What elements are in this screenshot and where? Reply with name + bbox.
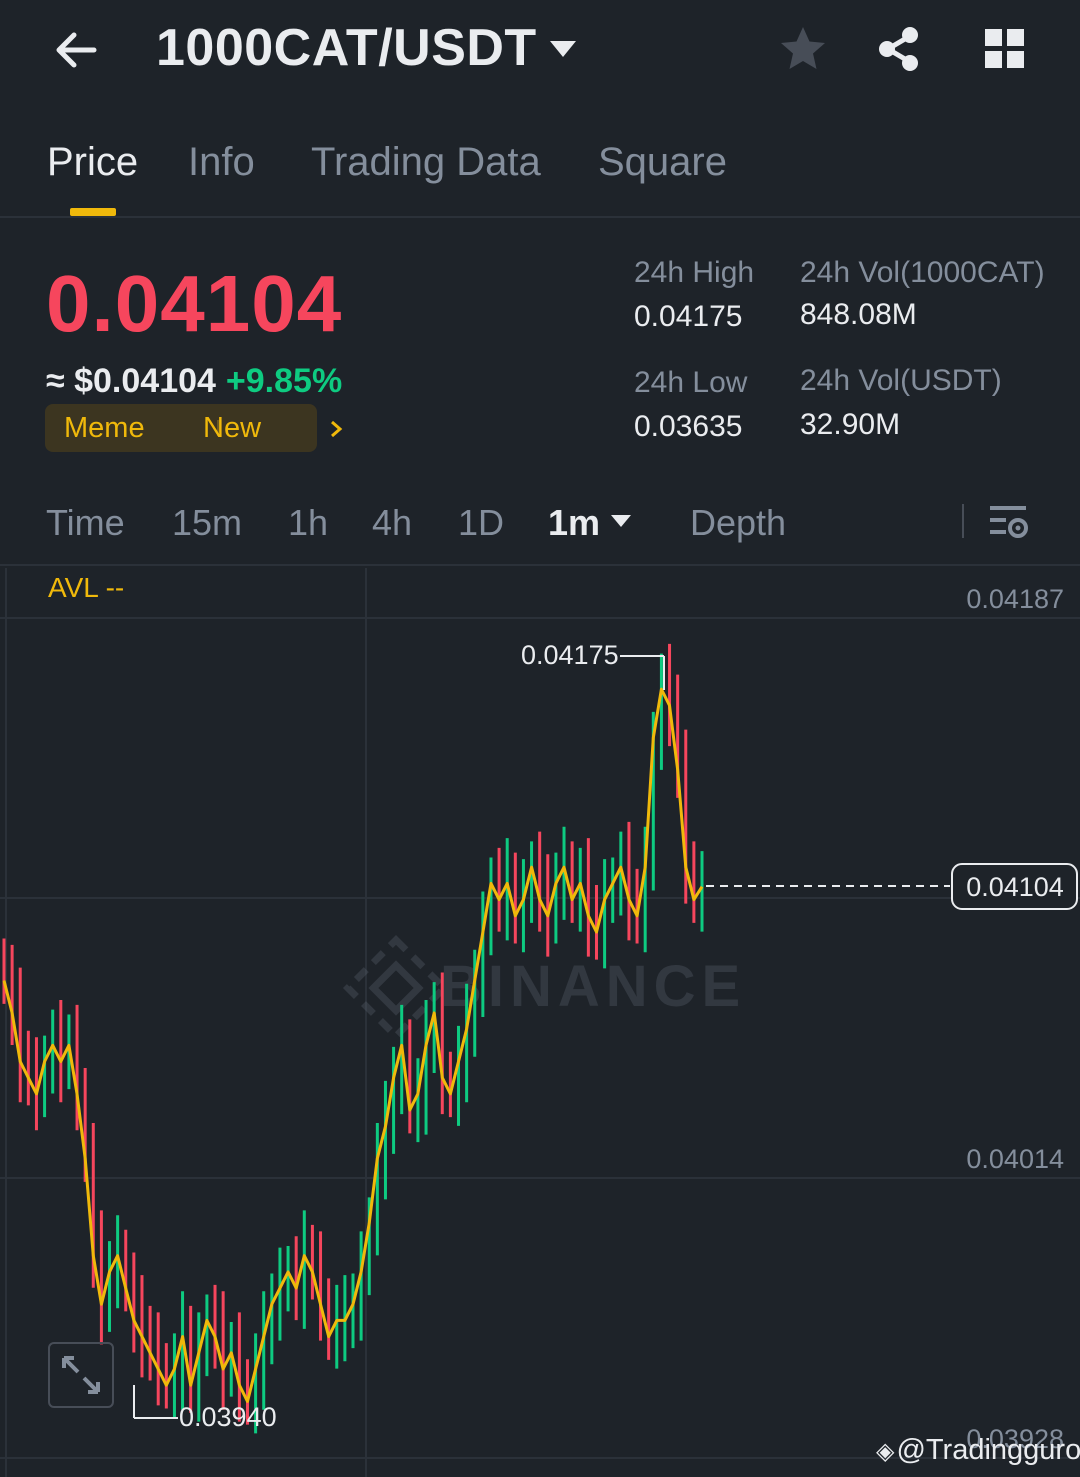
vol-base-24h-value: 848.08M (800, 298, 917, 331)
interval-1h[interactable]: 1h (288, 502, 328, 544)
interval-1m[interactable]: 1m (548, 502, 600, 544)
vol-quote-24h-value: 32.90M (800, 408, 901, 441)
tab-info[interactable]: Info (188, 140, 255, 185)
dropdown-caret-icon[interactable] (548, 38, 578, 60)
last-price-tag[interactable]: 0.04104 (951, 863, 1078, 910)
grid-icon[interactable] (980, 24, 1030, 74)
back-arrow-icon[interactable] (48, 22, 104, 78)
interval-1d[interactable]: 1D (458, 502, 504, 544)
credit-text: @Tradingguro (896, 1434, 1080, 1466)
share-icon[interactable] (874, 24, 924, 74)
interval-15m[interactable]: 15m (172, 502, 242, 544)
last-price-tag-label: 0.04104 (966, 872, 1064, 902)
low-24h-value: 0.03635 (634, 410, 743, 443)
binance-logo-icon: ◈ (876, 1438, 895, 1465)
max-price-marker: 0.04175 (521, 640, 665, 690)
usd-price-line: ≈ $0.04104 +9.85% (46, 362, 342, 401)
tag-meme[interactable]: Meme (64, 412, 145, 445)
last-price: 0.04104 (46, 259, 343, 348)
watermark-text: BINANCE (440, 954, 746, 1019)
chart-grid (0, 568, 1080, 1477)
candlestick-chart[interactable]: BINANCE 0.04175 0.03940 0.04104 0.04187 … (0, 568, 1080, 1477)
y-axis-label-top: 0.04187 (966, 584, 1064, 614)
fullscreen-button[interactable] (48, 1342, 114, 1408)
price-change-percent: +9.85% (225, 362, 343, 400)
vol-quote-24h-label: 24h Vol(USDT) (800, 364, 1002, 397)
low-24h-label: 24h Low (634, 366, 748, 399)
expand-icon (62, 1356, 100, 1394)
top-bar: 1000CAT/USDT (0, 0, 1080, 105)
usd-price: ≈ $0.04104 (46, 362, 216, 400)
interval-caret-icon[interactable] (610, 514, 632, 528)
interval-4h[interactable]: 4h (372, 502, 412, 544)
tab-square[interactable]: Square (598, 140, 727, 185)
section-tabs: Price Info Trading Data Square (0, 120, 1080, 218)
chevron-right-icon[interactable] (327, 418, 345, 440)
interval-time[interactable]: Time (46, 502, 125, 544)
y-axis-label-middle: 0.04014 (966, 1144, 1064, 1174)
interval-divider (962, 504, 964, 538)
high-24h-label: 24h High (634, 256, 755, 289)
high-24h-value: 0.04175 (634, 300, 743, 333)
interval-depth[interactable]: Depth (690, 502, 786, 544)
active-tab-indicator (70, 208, 116, 216)
tag-new[interactable]: New (203, 412, 261, 445)
tab-trading-data[interactable]: Trading Data (311, 140, 541, 185)
min-price-label: 0.03940 (179, 1402, 277, 1432)
star-icon[interactable] (778, 24, 828, 74)
chart-settings-icon[interactable] (986, 500, 1032, 546)
avl-indicator-label: AVL -- (48, 572, 125, 603)
vol-base-24h-label: 24h Vol(1000CAT) (800, 256, 1045, 289)
tab-price[interactable]: Price (47, 140, 138, 185)
max-price-label: 0.04175 (521, 640, 619, 670)
watermark-credit: ◈@Tradingguro (876, 1434, 1080, 1467)
interval-bar: Time 15m 1h 4h 1D 1m Depth (0, 490, 1080, 566)
candles (2, 643, 704, 1434)
category-tags[interactable]: Meme New (45, 404, 343, 452)
pair-title[interactable]: 1000CAT/USDT (156, 18, 537, 78)
